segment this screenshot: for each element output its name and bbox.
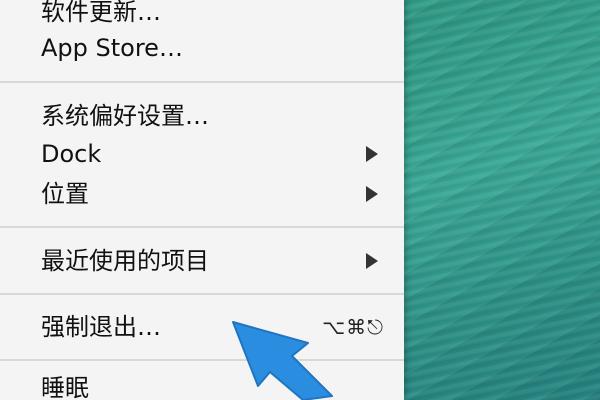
menu-item-recent-items[interactable]: 最近使用的项目 [0,243,404,279]
triangle-right-icon [366,253,378,269]
triangle-right-icon [366,146,378,162]
menu-separator [0,359,404,361]
menu-item-label: App Store… [41,34,183,62]
menu-item-label: 软件更新… [41,0,161,26]
menu-item-dock[interactable]: Dock [0,136,404,172]
menu-item-software-update[interactable]: 软件更新… [0,0,404,30]
menu-item-label: 系统偏好设置… [41,102,209,130]
menu-item-app-store[interactable]: App Store… [0,30,404,66]
menu-item-label: 位置 [41,180,89,208]
keyboard-shortcut: ⌥⌘⎋ [322,315,384,339]
menu-separator [0,293,404,295]
menu-item-force-quit[interactable]: 强制退出… ⌥⌘⎋ [0,309,404,345]
menu-item-sleep[interactable]: 睡眠 [0,370,404,400]
menu-separator [0,226,404,228]
apple-menu: 软件更新… App Store… 系统偏好设置… Dock 位置 最近使用的项目… [0,0,404,400]
menu-item-label: 强制退出… [41,313,161,341]
menu-separator [0,81,404,83]
menu-item-system-preferences[interactable]: 系统偏好设置… [0,98,404,134]
menu-item-label: 最近使用的项目 [41,247,209,275]
menu-item-label: Dock [41,140,102,168]
menu-item-location[interactable]: 位置 [0,176,404,212]
menu-item-label: 睡眠 [41,374,89,400]
triangle-right-icon [366,186,378,202]
